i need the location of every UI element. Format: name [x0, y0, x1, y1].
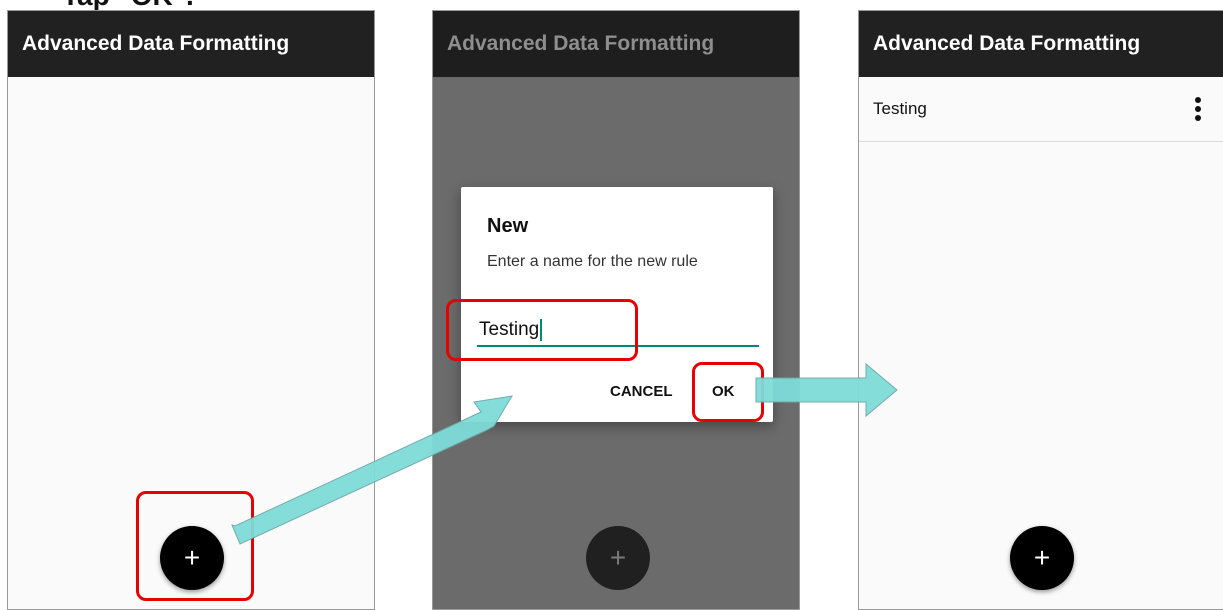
- flow-arrows: [231, 362, 898, 545]
- arrow-ok-to-result: [755, 362, 898, 418]
- arrow-fab-to-dialog: [231, 395, 513, 545]
